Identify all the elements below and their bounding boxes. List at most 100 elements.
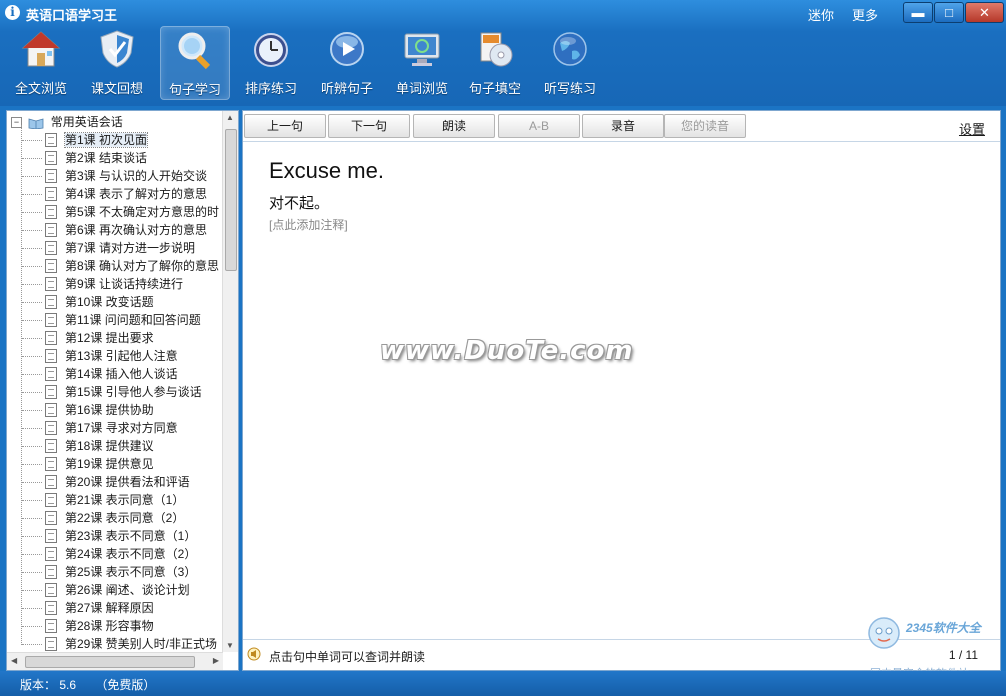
tool-label: 排序练习: [244, 81, 297, 96]
document-icon: [45, 204, 57, 219]
lesson-item[interactable]: 第13课 引起他人注意: [45, 347, 178, 365]
tool-label: 课文回想: [90, 81, 143, 96]
lesson-label: 第8课 确认对方了解你的意思: [65, 259, 220, 273]
lesson-item[interactable]: 第19课 提供意见: [45, 455, 154, 473]
tree-vertical-scrollbar[interactable]: ▲ ▼: [222, 111, 238, 652]
tree-branch-line: [22, 536, 42, 537]
lesson-item[interactable]: 第4课 表示了解对方的意思: [45, 185, 207, 203]
document-icon: [45, 132, 57, 147]
scroll-down-icon[interactable]: ▼: [226, 641, 234, 650]
version-value: 5.6: [59, 678, 77, 692]
lesson-item[interactable]: 第27课 解释原因: [45, 599, 154, 617]
lesson-item[interactable]: 第20课 提供看法和评语: [45, 473, 190, 491]
lesson-item[interactable]: 第25课 表示不同意（3）: [45, 563, 196, 581]
tree-root-label: 常用英语会话: [50, 115, 123, 129]
scroll-left-icon[interactable]: ◀: [11, 656, 17, 665]
lesson-item[interactable]: 第12课 提出要求: [45, 329, 154, 347]
lesson-item[interactable]: 第29课 赞美别人时/非正式场: [45, 635, 217, 652]
lesson-item[interactable]: 第17课 寻求对方同意: [45, 419, 178, 437]
tree-hscroll-thumb[interactable]: [25, 656, 195, 668]
tool-full-text[interactable]: 全文浏览: [7, 26, 75, 98]
tool-sentence-study[interactable]: 句子学习: [160, 26, 230, 100]
tree-horizontal-scrollbar[interactable]: ◀ ▶: [7, 652, 223, 670]
lesson-label: 第20课 提供看法和评语: [65, 475, 190, 489]
sentence-display: Excuse me. 对不起。 [点此添加注释] www.DuoTe.com: [243, 142, 1000, 639]
scroll-right-icon[interactable]: ▶: [213, 656, 219, 665]
document-icon: [45, 474, 57, 489]
tool-dictation[interactable]: 听写练习: [536, 26, 604, 98]
tree-branch-line: [22, 302, 42, 303]
lesson-label: 第17课 寻求对方同意: [65, 421, 178, 435]
tree-root-node[interactable]: − 常用英语会话: [11, 113, 123, 131]
record-button[interactable]: 录音: [582, 114, 664, 138]
disc-icon: [480, 32, 513, 67]
your-reading-button[interactable]: 您的读音: [664, 114, 746, 138]
lesson-tree: − 常用英语会话 第1课 初次见面 第2课 结束谈话 第3课 与认识的人开始交谈 第4…: [7, 111, 223, 652]
english-sentence[interactable]: Excuse me.: [269, 158, 384, 184]
version-info: 版本： 5.6 （免费版）: [20, 676, 155, 693]
close-button[interactable]: ✕: [965, 2, 1004, 23]
lesson-item[interactable]: 第18课 提供建议: [45, 437, 154, 455]
tree-scroll-thumb[interactable]: [225, 129, 237, 271]
lesson-label: 第24课 表示不同意（2）: [65, 547, 197, 561]
lesson-item[interactable]: 第8课 确认对方了解你的意思: [45, 257, 219, 275]
tree-branch-line: [22, 446, 42, 447]
home-icon: [21, 31, 61, 67]
lesson-label: 第16课 提供协助: [65, 403, 154, 417]
tool-word-browse[interactable]: 单词浏览: [388, 26, 456, 98]
maximize-button[interactable]: □: [934, 2, 964, 23]
lesson-item[interactable]: 第7课 请对方进一步说明: [45, 239, 195, 257]
speaker-hint-icon: [247, 647, 261, 661]
sentence-panel: 上一句 下一句 朗读 A-B 录音 您的读音 设置 Excuse me. 对不起…: [242, 110, 1001, 671]
lesson-item[interactable]: 第21课 表示同意（1）: [45, 491, 184, 509]
next-sentence-button[interactable]: 下一句: [328, 114, 410, 138]
tool-listen-identify[interactable]: 听辨句子: [313, 26, 381, 98]
tree-branch-line: [22, 626, 42, 627]
lesson-item[interactable]: 第6课 再次确认对方的意思: [45, 221, 207, 239]
document-icon: [45, 618, 57, 633]
prev-sentence-button[interactable]: 上一句: [244, 114, 326, 138]
shield-icon: [100, 30, 134, 68]
lesson-item[interactable]: 第10课 改变话题: [45, 293, 154, 311]
lesson-item[interactable]: 第5课 不太确定对方意思的时: [45, 203, 219, 221]
more-link[interactable]: 更多: [852, 5, 878, 24]
lesson-item[interactable]: 第15课 引导他人参与谈话: [45, 383, 202, 401]
scroll-up-icon[interactable]: ▲: [226, 113, 234, 122]
tool-fill-blank[interactable]: 句子填空: [461, 26, 529, 98]
lesson-item[interactable]: 第3课 与认识的人开始交谈: [45, 167, 207, 185]
minimize-button[interactable]: ▬: [903, 2, 933, 23]
clock-icon: [254, 33, 288, 67]
tool-ordering[interactable]: 排序练习: [237, 26, 305, 98]
document-icon: [45, 366, 57, 381]
tree-branch-line: [22, 356, 42, 357]
lesson-label: 第1课 初次见面: [63, 132, 149, 148]
tool-label: 全文浏览: [14, 81, 67, 96]
tree-branch-line: [22, 572, 42, 573]
lesson-item[interactable]: 第1课 初次见面: [45, 131, 149, 149]
lesson-item[interactable]: 第9课 让谈话持续进行: [45, 275, 183, 293]
lesson-item[interactable]: 第26课 阐述、谈论计划: [45, 581, 190, 599]
lesson-item[interactable]: 第2课 结束谈话: [45, 149, 147, 167]
mini-mode-link[interactable]: 迷你: [808, 5, 834, 24]
document-icon: [45, 564, 57, 579]
title-bar: i 英语口语学习王 迷你 更多 ▬ □ ✕: [0, 0, 1006, 26]
settings-link[interactable]: 设置: [959, 119, 985, 138]
lesson-item[interactable]: 第28课 形容事物: [45, 617, 154, 635]
add-note-link[interactable]: [点此添加注释]: [269, 216, 348, 233]
lesson-item[interactable]: 第11课 问问题和回答问题: [45, 311, 201, 329]
read-aloud-button[interactable]: 朗读: [413, 114, 495, 138]
lesson-item[interactable]: 第22课 表示同意（2）: [45, 509, 184, 527]
window-chrome: i 英语口语学习王 迷你 更多 ▬ □ ✕ 全文浏览 课文回想 句子学习 排序练…: [0, 0, 1006, 106]
lesson-item[interactable]: 第24课 表示不同意（2）: [45, 545, 196, 563]
lesson-label: 第13课 引起他人注意: [65, 349, 178, 363]
ab-repeat-button[interactable]: A-B: [498, 114, 580, 138]
lesson-item[interactable]: 第16课 提供协助: [45, 401, 154, 419]
tree-branch-line: [22, 428, 42, 429]
lesson-label: 第26课 阐述、谈论计划: [65, 583, 190, 597]
lesson-item[interactable]: 第23课 表示不同意（1）: [45, 527, 196, 545]
main-toolbar: 全文浏览 课文回想 句子学习 排序练习 听辨句子 单词浏览 句子填空 听写练习: [0, 26, 1006, 104]
lesson-item[interactable]: 第14课 插入他人谈话: [45, 365, 178, 383]
document-icon: [45, 528, 57, 543]
app-logo-icon: i: [5, 5, 20, 20]
tool-recall[interactable]: 课文回想: [83, 26, 151, 98]
